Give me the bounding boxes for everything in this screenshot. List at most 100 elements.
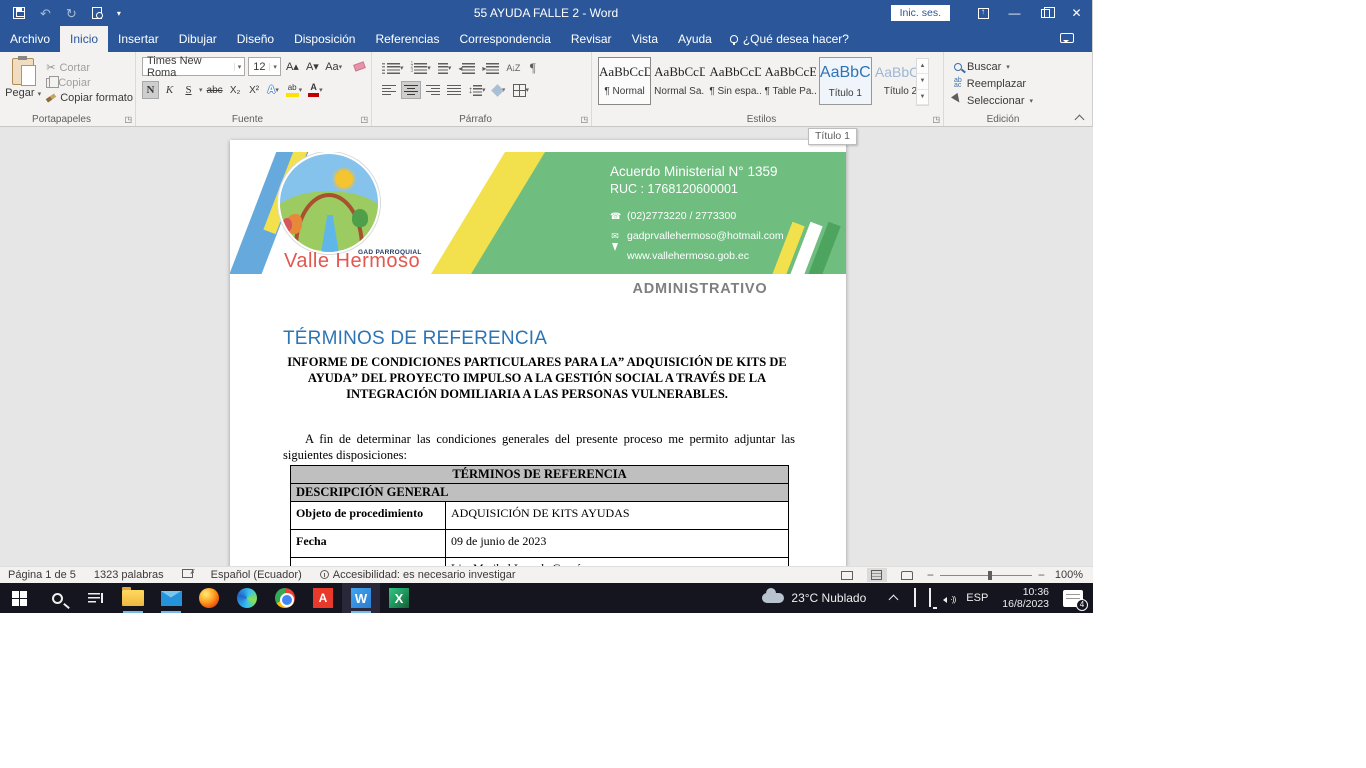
sign-in-button[interactable]: Inic. ses. — [891, 5, 950, 21]
print-preview-icon[interactable] — [92, 7, 102, 19]
copy-button[interactable]: Copiar — [46, 77, 133, 89]
acrobat-button[interactable]: A — [304, 583, 342, 613]
find-button[interactable]: Buscar▾ — [954, 58, 1070, 75]
paste-button[interactable]: Pegar ▾ — [4, 56, 42, 112]
qat-customize-icon[interactable]: ▾ — [117, 9, 121, 18]
tab-vista[interactable]: Vista — [622, 26, 668, 52]
tab-ayuda[interactable]: Ayuda — [668, 26, 722, 52]
align-left-button[interactable] — [380, 81, 398, 99]
highlight-button[interactable]: ab▾ — [284, 81, 305, 99]
show-marks-button[interactable]: ¶ — [524, 59, 541, 77]
multilevel-list-button[interactable]: ▾ — [436, 59, 454, 77]
styles-dialog-launcher[interactable]: ◳ — [932, 116, 940, 124]
style-normal-sa[interactable]: AaBbCcDc Normal Sa... — [653, 57, 706, 105]
taskbar-search-button[interactable] — [38, 583, 76, 613]
tab-inicio[interactable]: Inicio — [60, 26, 108, 52]
grow-font-button[interactable]: A▴ — [284, 58, 301, 76]
italic-button[interactable]: K — [161, 81, 178, 99]
underline-dropdown-icon[interactable]: ▾ — [199, 86, 203, 94]
change-case-button[interactable]: Aa▾ — [324, 58, 344, 76]
tab-diseno[interactable]: Diseño — [227, 26, 284, 52]
align-right-button[interactable] — [424, 81, 442, 99]
page-indicator[interactable]: Página 1 de 5 — [8, 569, 76, 581]
language-indicator[interactable]: Español (Ecuador) — [211, 569, 302, 581]
replace-button[interactable]: abacReemplazar — [954, 75, 1070, 92]
word-count[interactable]: 1323 palabras — [94, 569, 164, 581]
tab-correspondencia[interactable]: Correspondencia — [449, 26, 560, 52]
clock[interactable]: 10:36 16/8/2023 — [1002, 586, 1049, 610]
align-center-button[interactable] — [401, 81, 421, 99]
font-color-button[interactable]: A▾ — [306, 81, 325, 99]
zoom-in-button[interactable]: − — [1038, 568, 1045, 582]
proofing-icon[interactable] — [182, 569, 193, 581]
clipboard-dialog-launcher[interactable]: ◳ — [124, 116, 132, 124]
task-view-button[interactable] — [76, 583, 114, 613]
style-titulo-1[interactable]: AaBbC Título 1 — [819, 57, 872, 105]
pen-tray-icon[interactable] — [914, 589, 916, 607]
tab-insertar[interactable]: Insertar — [108, 26, 169, 52]
tab-archivo[interactable]: Archivo — [0, 26, 60, 52]
zoom-out-button[interactable]: − — [927, 568, 934, 582]
close-button[interactable]: ✕ — [1061, 0, 1092, 26]
collapse-ribbon-icon[interactable] — [1076, 114, 1084, 122]
shading-button[interactable]: ▾ — [491, 81, 508, 99]
tab-dibujar[interactable]: Dibujar — [169, 26, 227, 52]
document-page[interactable]: Acuerdo Ministerial N° 1359 RUC : 176812… — [230, 140, 846, 566]
firefox-button[interactable] — [190, 583, 228, 613]
styles-gallery-scroll[interactable]: ▲▼▼ — [916, 58, 929, 106]
comments-icon[interactable] — [1060, 33, 1074, 43]
save-icon[interactable] — [13, 7, 25, 19]
format-painter-button[interactable]: Copiar formato — [46, 92, 133, 104]
restore-button[interactable] — [1030, 0, 1061, 26]
zoom-slider[interactable] — [940, 575, 1032, 576]
font-dialog-launcher[interactable]: ◳ — [360, 116, 368, 124]
accessibility-status[interactable]: Accesibilidad: es necesario investigar — [320, 569, 516, 581]
font-size-combo[interactable]: 12▾ — [248, 57, 281, 76]
style-table-pa[interactable]: AaBbCcE ¶ Table Pa... — [764, 57, 817, 105]
ribbon-display-options-button[interactable] — [968, 0, 999, 26]
underline-button[interactable]: S — [180, 81, 197, 99]
superscript-button[interactable]: X² — [246, 81, 263, 99]
file-explorer-button[interactable] — [114, 583, 152, 613]
weather-text[interactable]: 23°C Nublado — [791, 591, 866, 605]
numbering-button[interactable]: 1 2 3▾ — [409, 59, 433, 77]
undo-icon[interactable]: ↶ — [40, 7, 51, 20]
word-taskbar-button[interactable]: W — [342, 583, 380, 613]
language-button[interactable]: ESP — [966, 592, 988, 604]
print-layout-button[interactable] — [867, 568, 887, 582]
redo-icon[interactable]: ↻ — [66, 7, 77, 20]
text-effects-button[interactable]: A▾ — [265, 81, 282, 99]
excel-taskbar-button[interactable]: X — [380, 583, 418, 613]
borders-button[interactable]: ▾ — [511, 81, 532, 99]
styles-scroll-up-icon[interactable]: ▲ — [917, 59, 928, 74]
select-button[interactable]: Seleccionar▾ — [954, 92, 1070, 109]
line-spacing-button[interactable]: ↕▾ — [466, 81, 488, 99]
start-button[interactable] — [0, 583, 38, 613]
styles-scroll-down-icon[interactable]: ▼ — [917, 74, 928, 89]
styles-gallery-expand-icon[interactable]: ▼ — [917, 90, 928, 105]
shrink-font-button[interactable]: A▾ — [304, 58, 321, 76]
focus-view-button[interactable] — [837, 568, 857, 582]
font-name-combo[interactable]: Times New Roma▾ — [142, 57, 245, 76]
style-normal[interactable]: AaBbCcDc ¶ Normal — [598, 57, 651, 105]
mail-button[interactable] — [152, 583, 190, 613]
subscript-button[interactable]: X₂ — [227, 81, 244, 99]
sort-button[interactable]: A↓Z — [504, 59, 521, 77]
style-sin-espaciado[interactable]: AaBbCcDc ¶ Sin espa... — [708, 57, 761, 105]
tab-referencias[interactable]: Referencias — [365, 26, 449, 52]
zoom-slider-thumb[interactable] — [988, 571, 992, 580]
clear-formatting-button[interactable] — [346, 58, 367, 76]
tab-disposicion[interactable]: Disposición — [284, 26, 365, 52]
zoom-percentage[interactable]: 100% — [1055, 569, 1083, 581]
paragraph-dialog-launcher[interactable]: ◳ — [580, 116, 588, 124]
web-layout-button[interactable] — [897, 568, 917, 582]
hidden-icons-chevron[interactable] — [890, 594, 898, 602]
minimize-button[interactable]: — — [999, 0, 1030, 26]
weather-cloud-icon[interactable] — [762, 593, 784, 603]
notification-center-button[interactable]: 4 — [1063, 590, 1083, 607]
network-icon[interactable] — [929, 589, 931, 607]
tell-me-box[interactable]: ¿Qué desea hacer? — [722, 26, 857, 52]
bullets-button[interactable]: ▾ — [380, 59, 406, 77]
font-name-dropdown-icon[interactable]: ▾ — [234, 63, 245, 71]
tab-revisar[interactable]: Revisar — [561, 26, 622, 52]
